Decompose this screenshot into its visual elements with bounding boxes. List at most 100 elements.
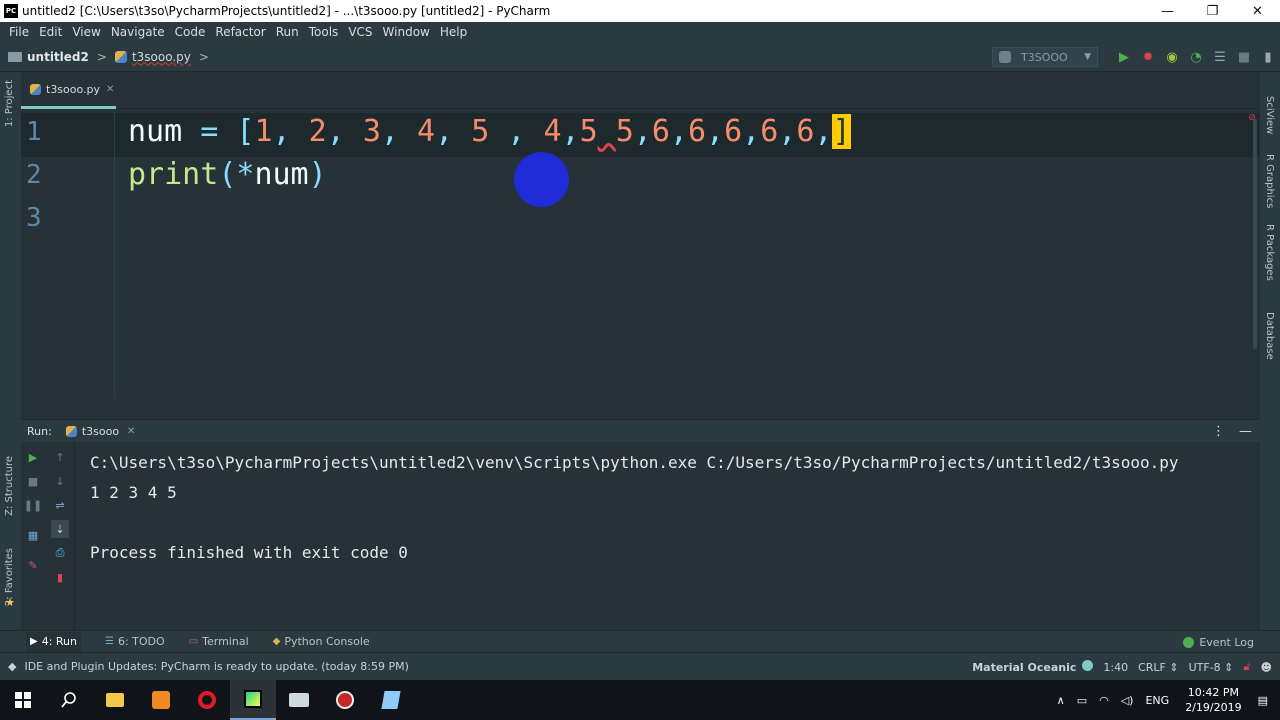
taskbar-recorder[interactable] <box>322 680 368 720</box>
coverage-icon: ◉ <box>1166 49 1178 65</box>
caret-position[interactable]: 1:40 <box>1103 661 1128 674</box>
menu-run[interactable]: Run <box>271 25 304 39</box>
menu-window[interactable]: Window <box>378 25 435 39</box>
debug-button[interactable]: ✹ <box>1136 45 1160 69</box>
code-line-1[interactable]: num = [1, 2, 3, 4, 5 , 4,5 5,6,6,6,6,6,] <box>128 114 851 149</box>
number-literal: 2 <box>308 114 327 149</box>
paren-open: ( <box>218 157 237 192</box>
taskbar-opera[interactable] <box>184 680 230 720</box>
breadcrumb-file[interactable]: t3sooo.py <box>132 50 191 64</box>
wifi-icon[interactable]: ◠ <box>1099 694 1109 707</box>
menu-file[interactable]: File <box>4 25 34 39</box>
arrow-down-icon[interactable]: ↓ <box>51 472 69 490</box>
number-literal: 5 <box>579 114 598 149</box>
taskbar-app-blue[interactable] <box>368 680 414 720</box>
bug-icon: ✹ <box>1142 49 1154 65</box>
stop-icon[interactable]: ■ <box>24 472 42 490</box>
theme-indicator[interactable]: Material Oceanic <box>972 660 1094 674</box>
notifications-icon[interactable]: ▤ <box>1258 694 1268 707</box>
chevron-up-icon[interactable]: ∧ <box>1057 694 1065 707</box>
build-button[interactable]: ☰ <box>1208 45 1232 69</box>
line-number: 3 <box>26 203 42 233</box>
line-separator[interactable]: CRLF ⇕ <box>1138 661 1179 674</box>
close-button[interactable]: ✕ <box>1235 0 1280 22</box>
coverage-button[interactable]: ◉ <box>1160 45 1184 69</box>
taskbar-pycharm[interactable] <box>230 680 276 720</box>
event-log-label: Event Log <box>1199 635 1254 649</box>
terminal-icon: ▭ <box>188 636 199 647</box>
function-name: print <box>128 157 219 192</box>
layout-icon[interactable]: ▦ <box>24 526 42 544</box>
trash-icon[interactable]: ▮ <box>51 568 69 586</box>
tool-tab-database[interactable]: Database <box>1264 312 1275 360</box>
editor-gutter: 1 2 3 <box>21 109 114 398</box>
menu-view[interactable]: View <box>67 25 105 39</box>
close-icon[interactable]: ✕ <box>127 426 135 437</box>
tool-tab-run[interactable]: ▶ 4: Run <box>26 631 81 652</box>
battery-icon[interactable]: ▭ <box>1077 694 1087 707</box>
pause-icon[interactable]: ❚❚ <box>24 496 42 514</box>
menu-edit[interactable]: Edit <box>34 25 67 39</box>
language-indicator[interactable]: ENG <box>1145 694 1169 707</box>
inspector-icon[interactable]: ☻ <box>1261 661 1272 674</box>
panel-splitter[interactable] <box>21 398 1260 420</box>
scroll-to-end-icon[interactable]: ⇣ <box>51 520 69 538</box>
soft-wrap-icon[interactable]: ⇌ <box>51 496 69 514</box>
arrow-up-icon[interactable]: ↑ <box>51 448 69 466</box>
menu-help[interactable]: Help <box>435 25 472 39</box>
tool-tab-sciview[interactable]: SciView <box>1264 96 1275 134</box>
menu-tools[interactable]: Tools <box>304 25 344 39</box>
menu-code[interactable]: Code <box>170 25 211 39</box>
maximize-button[interactable]: ❐ <box>1190 0 1235 22</box>
file-encoding[interactable]: UTF-8 ⇕ <box>1189 661 1234 674</box>
settings-dots-icon[interactable]: ⋮ <box>1212 424 1225 439</box>
console-exit-message: Process finished with exit code 0 <box>90 543 408 562</box>
more-button[interactable]: ▮ <box>1256 45 1280 69</box>
pin-icon[interactable]: ✎ <box>24 556 42 574</box>
menu-vcs[interactable]: VCS <box>343 25 377 39</box>
taskbar-file-explorer[interactable] <box>92 680 138 720</box>
event-log-button[interactable]: Event Log <box>1183 631 1254 653</box>
start-button[interactable] <box>0 680 46 720</box>
opera-icon <box>198 691 216 709</box>
tool-tab-terminal[interactable]: ▭ Terminal <box>189 635 249 648</box>
taskbar-sublime[interactable] <box>138 680 184 720</box>
profile-button[interactable]: ◔ <box>1184 45 1208 69</box>
close-icon[interactable]: ✕ <box>106 84 114 95</box>
run-button[interactable]: ▶ <box>1112 45 1136 69</box>
code-line-2[interactable]: print(*num) <box>128 157 327 192</box>
number-literal: 6 <box>760 114 779 149</box>
number-literal: 5 <box>471 114 490 149</box>
stop-button[interactable]: ■ <box>1232 45 1256 69</box>
run-toolbar: T3SOOO ▼ ▶ ✹ ◉ ◔ ☰ ■ ▮ <box>992 42 1280 72</box>
number-literal: 6 <box>724 114 743 149</box>
menu-navigate[interactable]: Navigate <box>106 25 170 39</box>
bottom-tool-bar: ▶ 4: Run ☰ 6: TODO ▭ Terminal ◆ Python Conso… <box>0 630 1280 652</box>
volume-icon[interactable]: ◁) <box>1121 694 1134 707</box>
editor-scrollbar[interactable] <box>1253 119 1257 349</box>
menu-refactor[interactable]: Refactor <box>210 25 270 39</box>
tool-tab-python-console[interactable]: ◆ Python Console <box>273 635 370 648</box>
breadcrumb-project[interactable]: untitled2 <box>27 50 89 64</box>
status-message[interactable]: ◆ IDE and Plugin Updates: PyCharm is rea… <box>8 660 409 673</box>
print-icon[interactable]: ⎙ <box>51 544 69 562</box>
hide-panel-icon[interactable]: — <box>1239 424 1252 439</box>
tool-tab-r-graphics[interactable]: R Graphics <box>1264 154 1275 208</box>
update-icon: ◆ <box>8 660 17 673</box>
run-config-label: T3SOOO <box>1021 50 1068 64</box>
rerun-icon[interactable]: ▶ <box>24 448 42 466</box>
taskbar-clock[interactable]: 10:42 PM 2/19/2019 <box>1185 685 1241 715</box>
tool-tab-r-packages[interactable]: R Packages <box>1264 224 1275 281</box>
editor-tab-t3sooo[interactable]: t3sooo.py ✕ <box>21 72 116 109</box>
search-button[interactable] <box>46 680 92 720</box>
minimize-button[interactable]: — <box>1145 0 1190 22</box>
console-output[interactable]: C:\Users\t3so\PycharmProjects\untitled2\… <box>90 448 1179 568</box>
lock-icon[interactable]: 🔓︎ <box>1243 660 1250 674</box>
taskbar-app-window[interactable] <box>276 680 322 720</box>
tool-tab-todo[interactable]: ☰ 6: TODO <box>105 635 165 648</box>
tool-tab-structure[interactable]: Z: Structure <box>4 456 15 516</box>
run-tab[interactable]: t3sooo ✕ <box>65 425 135 438</box>
tool-tab-project[interactable]: 1: Project <box>4 80 15 127</box>
run-config-select[interactable]: T3SOOO ▼ <box>992 47 1098 67</box>
code-editor[interactable]: 1 2 3 num = [1, 2, 3, 4, 5 , 4,5 5,6,6,6… <box>21 109 1260 398</box>
